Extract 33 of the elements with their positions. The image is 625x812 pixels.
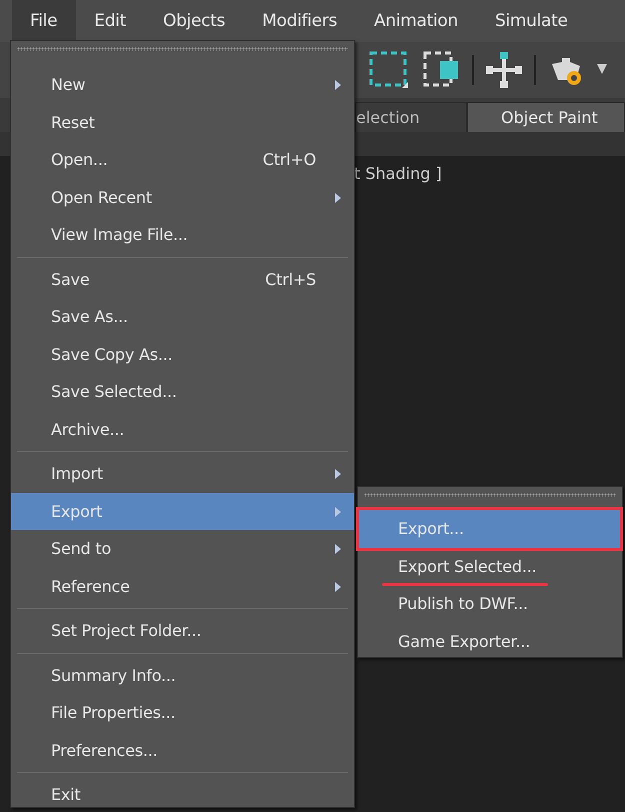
- menu-bar-item[interactable]: Modifiers: [244, 0, 356, 42]
- menu-item[interactable]: Open... Ctrl+O: [11, 141, 354, 178]
- menu-item[interactable]: Send to: [11, 530, 354, 568]
- menu-item[interactable]: Archive...: [11, 410, 354, 448]
- menu-grip[interactable]: [364, 493, 616, 497]
- menu-item[interactable]: Publish to DWF...: [358, 585, 622, 622]
- menu-item[interactable]: Open Recent: [11, 178, 354, 216]
- menu-item[interactable]: Save Selected...: [11, 373, 354, 410]
- menu-item[interactable]: Set Project Folder...: [11, 612, 354, 650]
- menu-bar-item[interactable]: Edit: [76, 0, 145, 42]
- menu-bar-item[interactable]: File: [12, 0, 76, 42]
- menu-bar-item[interactable]: Simulate: [476, 0, 587, 42]
- tab[interactable]: election: [355, 102, 467, 132]
- menu-item[interactable]: Reset: [11, 104, 354, 141]
- viewport-label[interactable]: t Shading ]: [354, 164, 442, 183]
- menu-item[interactable]: Save Ctrl+S: [11, 260, 354, 298]
- menu-item[interactable]: Reference: [11, 568, 354, 605]
- menu-item[interactable]: Save As...: [11, 298, 354, 336]
- menu-bar-item[interactable]: Animation: [356, 0, 477, 42]
- menu-item[interactable]: Preferences...: [11, 732, 354, 769]
- move-icon[interactable]: [484, 50, 524, 90]
- menu-bar-item[interactable]: Objects: [144, 0, 244, 42]
- menu-item[interactable]: Game Exporter...: [358, 622, 622, 660]
- menu-item[interactable]: Export Selected...: [358, 548, 622, 585]
- tab[interactable]: Object Paint: [467, 102, 625, 132]
- menu-item[interactable]: New: [11, 66, 354, 104]
- menu-grip[interactable]: [17, 47, 348, 51]
- menu-item[interactable]: Summary Info...: [11, 656, 354, 694]
- menu-item[interactable]: Exit: [11, 776, 354, 812]
- menu-item[interactable]: Import: [11, 455, 354, 492]
- menu-item[interactable]: Save Copy As...: [11, 336, 354, 373]
- menu-item[interactable]: View Image File...: [11, 216, 354, 254]
- menu-item[interactable]: File Properties...: [11, 694, 354, 732]
